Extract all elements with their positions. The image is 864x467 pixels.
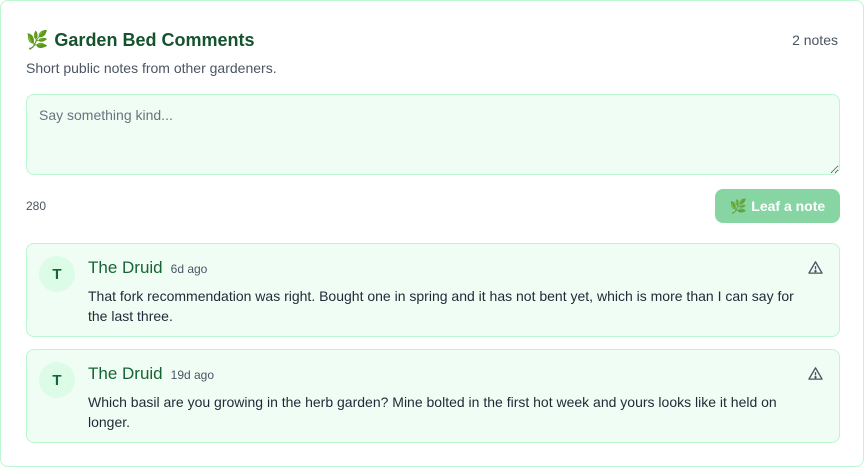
report-button[interactable] (808, 366, 823, 381)
leaf-icon: 🌿 (729, 197, 748, 214)
comment-item: T The Druid 6d ago That fork recommendat… (26, 243, 840, 337)
subtitle: Short public notes from other gardeners. (26, 60, 277, 76)
avatar: T (39, 256, 75, 292)
leaf-icon: 🌿 (26, 30, 49, 50)
title-wrap: 🌿 Garden Bed Comments (26, 29, 254, 51)
page-title: Garden Bed Comments (54, 30, 255, 50)
comment-time: 19d ago (170, 368, 215, 382)
submit-label: Leaf a note (751, 198, 826, 214)
avatar: T (39, 362, 75, 398)
comment-body: Which basil are you growing in the herb … (88, 394, 777, 430)
comment-meta: The Druid 6d ago (88, 258, 207, 278)
leaf-a-note-button[interactable]: 🌿 Leaf a note (715, 189, 840, 223)
comment-textarea[interactable] (26, 94, 840, 175)
comment-author[interactable]: The Druid (88, 364, 163, 384)
comment-time: 6d ago (170, 262, 208, 276)
comments-header: 🌿 Garden Bed Comments 2 notes (26, 29, 838, 53)
char-counter: 280 (26, 199, 47, 213)
comment-author[interactable]: The Druid (88, 258, 163, 278)
comment-body: That fork recommendation was right. Boug… (88, 288, 794, 324)
report-button[interactable] (808, 260, 823, 275)
comment-item: T The Druid 19d ago Which basil are you … (26, 349, 840, 443)
comments-card: 🌿 Garden Bed Comments 2 notes Short publ… (0, 0, 864, 467)
notes-count: 2 notes (792, 32, 838, 48)
warning-triangle-icon (808, 261, 823, 274)
comment-meta: The Druid 19d ago (88, 364, 214, 384)
warning-triangle-icon (808, 367, 823, 380)
